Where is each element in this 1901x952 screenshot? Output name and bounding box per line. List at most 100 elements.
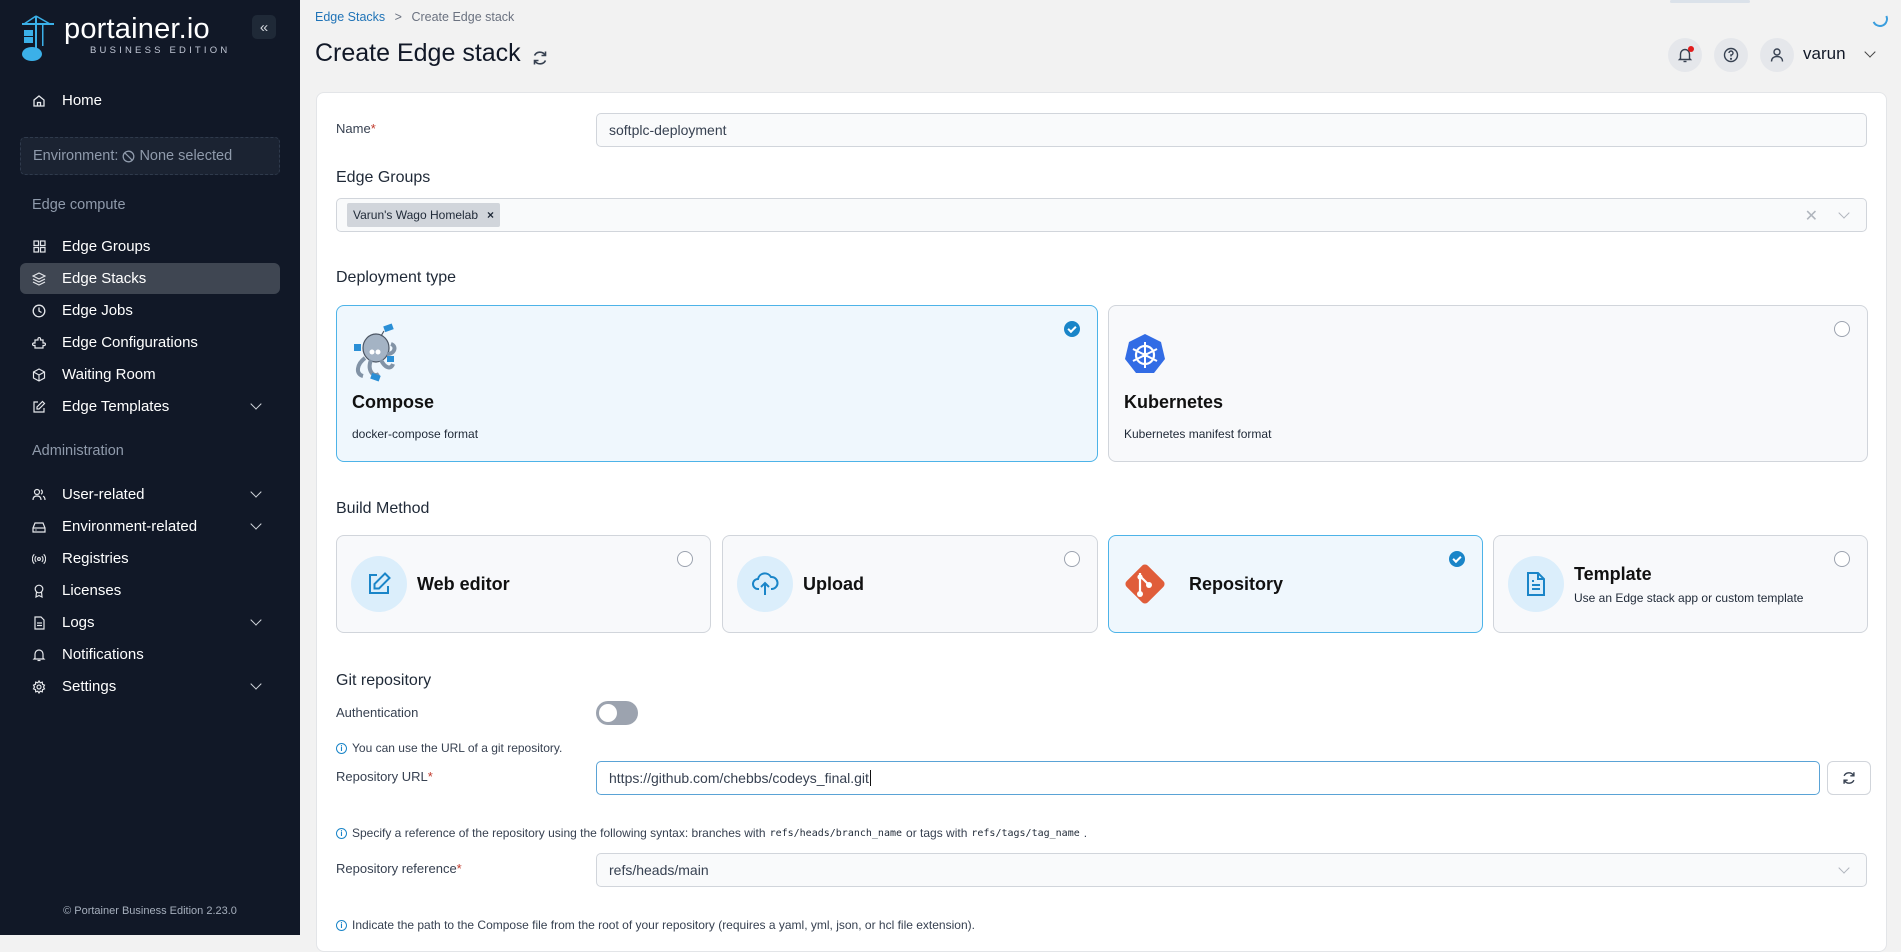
kubernetes-logo-icon bbox=[1123, 332, 1167, 381]
deployment-option-desc: docker-compose format bbox=[352, 427, 479, 441]
compose-path-info: i Indicate the path to the Compose file … bbox=[336, 918, 975, 932]
sidebar-item-edge-templates[interactable]: Edge Templates bbox=[20, 391, 280, 422]
sidebar-item-logs[interactable]: Logs bbox=[20, 607, 280, 638]
sidebar-item-edge-groups[interactable]: Edge Groups bbox=[20, 231, 280, 262]
top-progress-fade bbox=[1670, 0, 1750, 3]
radio-button[interactable] bbox=[1064, 551, 1080, 567]
build-option-repository[interactable]: Repository bbox=[1108, 535, 1483, 633]
version-footer: © Portainer Business Edition 2.23.0 bbox=[0, 905, 300, 917]
git-icon bbox=[1123, 562, 1167, 611]
radio-icon bbox=[32, 552, 46, 566]
help-circle-icon bbox=[1723, 47, 1739, 63]
collapse-sidebar-button[interactable]: « bbox=[252, 15, 276, 39]
notifications-button[interactable] bbox=[1668, 38, 1702, 72]
portainer-logo[interactable]: portainer.io BUSINESS EDITION bbox=[20, 14, 230, 62]
sidebar: portainer.io BUSINESS EDITION « Home Env… bbox=[0, 0, 300, 935]
environment-label: Environment: bbox=[33, 148, 119, 164]
authentication-toggle[interactable] bbox=[596, 701, 638, 725]
radio-button[interactable] bbox=[677, 551, 693, 567]
chevron-down-icon[interactable] bbox=[1838, 862, 1850, 874]
edge-groups-heading: Edge Groups bbox=[336, 169, 431, 186]
sidebar-item-registries[interactable]: Registries bbox=[20, 543, 280, 574]
sidebar-item-label: Edge Configurations bbox=[62, 334, 198, 351]
breadcrumb-edge-stacks[interactable]: Edge Stacks bbox=[315, 10, 385, 24]
build-option-web-editor[interactable]: Web editor bbox=[336, 535, 711, 633]
edge-groups-select[interactable]: Varun's Wago Homelab × ✕ bbox=[336, 198, 1867, 232]
build-option-title: Upload bbox=[803, 574, 864, 594]
repository-reference-label: Repository reference* bbox=[336, 861, 462, 876]
chevron-down-icon bbox=[250, 614, 262, 626]
logo-edition: BUSINESS EDITION bbox=[90, 45, 231, 56]
radio-button[interactable] bbox=[1834, 321, 1850, 337]
refresh-repository-button[interactable] bbox=[1827, 761, 1871, 795]
help-button[interactable] bbox=[1714, 38, 1748, 72]
chevron-down-icon bbox=[250, 678, 262, 690]
branch-syntax-code: refs/heads/branch_name bbox=[769, 827, 903, 839]
clear-selection-icon[interactable]: ✕ bbox=[1805, 206, 1818, 226]
chevron-down-icon bbox=[250, 486, 262, 498]
sidebar-item-home[interactable]: Home bbox=[20, 85, 280, 116]
sidebar-item-licenses[interactable]: Licenses bbox=[20, 575, 280, 606]
repository-url-input[interactable]: https://github.com/chebbs/codeys_final.g… bbox=[596, 761, 1820, 795]
create-edge-stack-form: Name* softplc-deployment Edge Groups Var… bbox=[316, 92, 1887, 952]
environment-selector[interactable]: Environment: None selected bbox=[20, 137, 280, 175]
sidebar-item-label: Environment-related bbox=[62, 518, 198, 535]
chevrons-left-icon: « bbox=[259, 18, 269, 36]
breadcrumb-current: Create Edge stack bbox=[411, 10, 515, 24]
breadcrumb: Edge Stacks > Create Edge stack bbox=[315, 10, 514, 24]
build-option-template[interactable]: Template Use an Edge stack app or custom… bbox=[1493, 535, 1868, 633]
info-icon: i bbox=[336, 827, 347, 839]
settings-icon bbox=[32, 679, 46, 694]
repository-url-label: Repository URL* bbox=[336, 769, 433, 784]
build-option-title: Template bbox=[1574, 564, 1652, 584]
chevron-down-icon[interactable] bbox=[1864, 46, 1876, 58]
home-icon bbox=[32, 94, 46, 108]
remove-tag-icon[interactable]: × bbox=[487, 208, 494, 222]
repository-reference-select[interactable]: refs/heads/main bbox=[596, 853, 1867, 887]
file-text-icon bbox=[1508, 556, 1564, 612]
page-title: Create Edge stack bbox=[315, 39, 549, 68]
user-menu-button[interactable] bbox=[1760, 38, 1794, 72]
bell-icon bbox=[32, 648, 46, 662]
sidebar-item-edge-jobs[interactable]: Edge Jobs bbox=[20, 295, 280, 326]
selected-check-icon bbox=[1064, 321, 1080, 337]
version-text: Portainer Business Edition 2.23.0 bbox=[74, 905, 237, 917]
chevron-down-icon bbox=[250, 398, 262, 410]
deployment-option-compose[interactable]: Compose docker-compose format bbox=[336, 305, 1098, 462]
name-label: Name* bbox=[336, 121, 376, 136]
page-title-text: Create Edge stack bbox=[315, 39, 521, 67]
chevron-down-icon[interactable] bbox=[1838, 207, 1850, 219]
sidebar-item-user-related[interactable]: User-related bbox=[20, 479, 280, 510]
loading-spinner-icon bbox=[1869, 8, 1891, 30]
sidebar-item-notifications[interactable]: Notifications bbox=[20, 639, 280, 670]
copyright-icon: © bbox=[63, 905, 72, 917]
sidebar-item-label: Logs bbox=[62, 614, 95, 631]
sidebar-item-label: Edge Stacks bbox=[62, 270, 147, 287]
build-option-upload[interactable]: Upload bbox=[722, 535, 1098, 633]
refresh-icon[interactable] bbox=[531, 45, 549, 65]
sidebar-item-settings[interactable]: Settings bbox=[20, 671, 280, 702]
authentication-label: Authentication bbox=[336, 705, 419, 720]
sidebar-item-edge-stacks[interactable]: Edge Stacks bbox=[20, 263, 280, 294]
sidebar-item-edge-configurations[interactable]: Edge Configurations bbox=[20, 327, 280, 358]
edit-icon bbox=[351, 556, 407, 612]
build-option-title: Repository bbox=[1189, 574, 1284, 594]
sidebar-item-label: Waiting Room bbox=[62, 366, 156, 383]
name-input[interactable]: softplc-deployment bbox=[596, 113, 1867, 147]
sidebar-item-label: Edge Jobs bbox=[62, 302, 133, 319]
info-icon: i bbox=[336, 742, 347, 754]
layers-icon bbox=[32, 271, 46, 286]
radio-button[interactable] bbox=[1834, 551, 1850, 567]
deployment-option-desc: Kubernetes manifest format bbox=[1124, 427, 1272, 441]
bell-icon bbox=[1677, 46, 1694, 63]
ban-icon bbox=[122, 150, 135, 163]
sidebar-item-environment-related[interactable]: Environment-related bbox=[20, 511, 280, 542]
clock-icon bbox=[32, 304, 46, 318]
text-cursor bbox=[869, 770, 871, 786]
sidebar-item-waiting-room[interactable]: Waiting Room bbox=[20, 359, 280, 390]
sidebar-item-label: Home bbox=[62, 92, 103, 109]
sidebar-item-label: Notifications bbox=[62, 646, 144, 663]
user-name[interactable]: varun bbox=[1803, 44, 1846, 64]
deployment-option-kubernetes[interactable]: Kubernetes Kubernetes manifest format bbox=[1108, 305, 1868, 462]
sidebar-item-label: Settings bbox=[62, 678, 117, 695]
